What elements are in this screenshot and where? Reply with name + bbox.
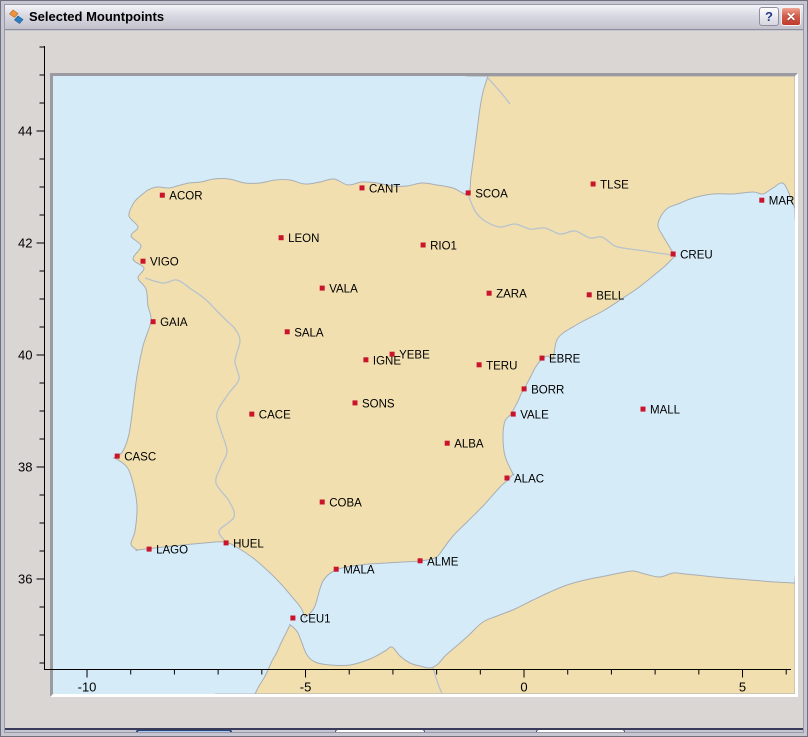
station-marker-ebre [540, 356, 545, 361]
station-marker-igne [363, 357, 368, 362]
selected-mountpoints-dialog: Selected Mountpoints ? ✕ ACOR CANT SCOA TLS… [0, 0, 808, 737]
station-marker-vala [320, 286, 325, 291]
station-label-mars: MARS [769, 196, 795, 208]
close-button[interactable]: Close [136, 729, 232, 737]
station-label-cace: CACE [259, 410, 291, 422]
station-marker-bell [587, 292, 592, 297]
station-marker-leon [279, 235, 284, 240]
help-button[interactable]: Help=Shift+F1 [536, 729, 625, 737]
station-marker-rio1 [421, 243, 426, 248]
question-icon: ? [765, 9, 773, 24]
close-icon: ✕ [786, 10, 796, 24]
station-marker-cant [360, 185, 365, 190]
station-marker-alac [505, 476, 510, 481]
window-bottom-edge [3, 728, 805, 730]
station-label-acor: ACOR [169, 191, 202, 203]
station-label-bell: BELL [596, 290, 625, 302]
station-label-vigo: VIGO [150, 257, 179, 269]
station-marker-tlse [591, 182, 596, 187]
station-label-creu: CREU [680, 250, 713, 262]
station-label-teru: TERU [486, 360, 517, 372]
station-label-alac: ALAC [514, 474, 544, 486]
station-label-sons: SONS [362, 398, 395, 410]
map-canvas: ACOR CANT SCOA TLSE MARS LEON RIO1 CREU VIGO VALA… [53, 76, 795, 694]
station-label-igne: IGNE [373, 355, 401, 367]
station-label-alba: ALBA [454, 439, 484, 451]
station-marker-alme [418, 558, 423, 563]
station-label-mala: MALA [343, 565, 375, 577]
station-label-gaia: GAIA [160, 317, 188, 329]
station-label-ceu1: CEU1 [300, 614, 331, 626]
station-marker-mala [334, 567, 339, 572]
station-label-zara: ZARA [496, 289, 527, 301]
station-label-coba: COBA [329, 498, 362, 510]
station-marker-creu [671, 252, 676, 257]
station-marker-coba [320, 500, 325, 505]
station-marker-sons [353, 400, 358, 405]
station-label-casc: CASC [124, 452, 156, 464]
station-marker-casc [115, 454, 120, 459]
station-marker-borr [522, 386, 527, 391]
station-marker-mars [759, 198, 764, 203]
print-button[interactable]: Print [335, 729, 425, 737]
station-label-alme: ALME [427, 556, 459, 568]
app-icon [8, 9, 24, 25]
station-marker-alba [445, 441, 450, 446]
station-marker-scoa [466, 190, 471, 195]
station-label-rio1: RIO1 [430, 241, 457, 253]
dialog-content: ACOR CANT SCOA TLSE MARS LEON RIO1 CREU VIGO VALA… [5, 31, 805, 729]
station-label-sala: SALA [294, 327, 324, 339]
station-marker-vigo [141, 259, 146, 264]
help-titlebar-button[interactable]: ? [759, 7, 779, 26]
station-label-mall: MALL [650, 405, 681, 417]
station-label-ebre: EBRE [549, 354, 581, 366]
map-plot-frame: ACOR CANT SCOA TLSE MARS LEON RIO1 CREU VIGO VALA… [50, 73, 798, 697]
station-marker-yebe [390, 352, 395, 357]
station-label-yebe: YEBE [399, 350, 430, 362]
station-marker-ceu1 [290, 616, 295, 621]
station-marker-mall [641, 407, 646, 412]
window-title: Selected Mountpoints [29, 9, 164, 24]
station-label-leon: LEON [288, 233, 319, 245]
station-label-huel: HUEL [233, 538, 264, 550]
station-label-scoa: SCOA [475, 188, 508, 200]
titlebar[interactable]: Selected Mountpoints ? ✕ [4, 4, 804, 30]
station-label-cant: CANT [369, 183, 400, 195]
station-label-vale: VALE [520, 410, 549, 422]
station-label-tlse: TLSE [600, 180, 629, 192]
station-marker-zara [487, 291, 492, 296]
close-window-button[interactable]: ✕ [781, 7, 801, 26]
station-label-borr: BORR [531, 384, 564, 396]
station-marker-lago [147, 547, 152, 552]
station-marker-gaia [151, 319, 156, 324]
station-marker-sala [285, 329, 290, 334]
station-marker-acor [160, 193, 165, 198]
station-marker-huel [224, 540, 229, 545]
station-marker-teru [477, 362, 482, 367]
station-label-vala: VALA [329, 284, 358, 296]
station-marker-cace [249, 412, 254, 417]
station-marker-vale [511, 412, 516, 417]
station-label-lago: LAGO [156, 545, 188, 557]
